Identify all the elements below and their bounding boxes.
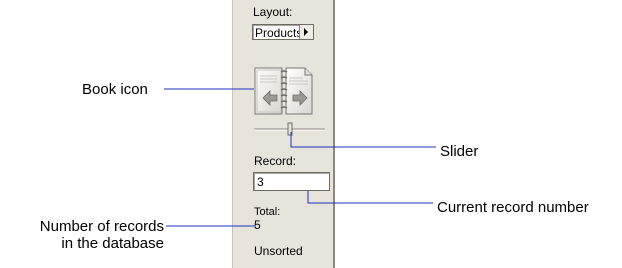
book-icon-callout: Book icon: [82, 81, 148, 98]
records-callout-line-1: Number of records: [39, 218, 164, 235]
records-count-callout: Number of records in the database: [6, 218, 164, 252]
current-record-callout: Current record number: [437, 199, 589, 216]
slider-callout: Slider: [440, 143, 479, 160]
records-callout-line-2: in the database: [61, 235, 164, 252]
